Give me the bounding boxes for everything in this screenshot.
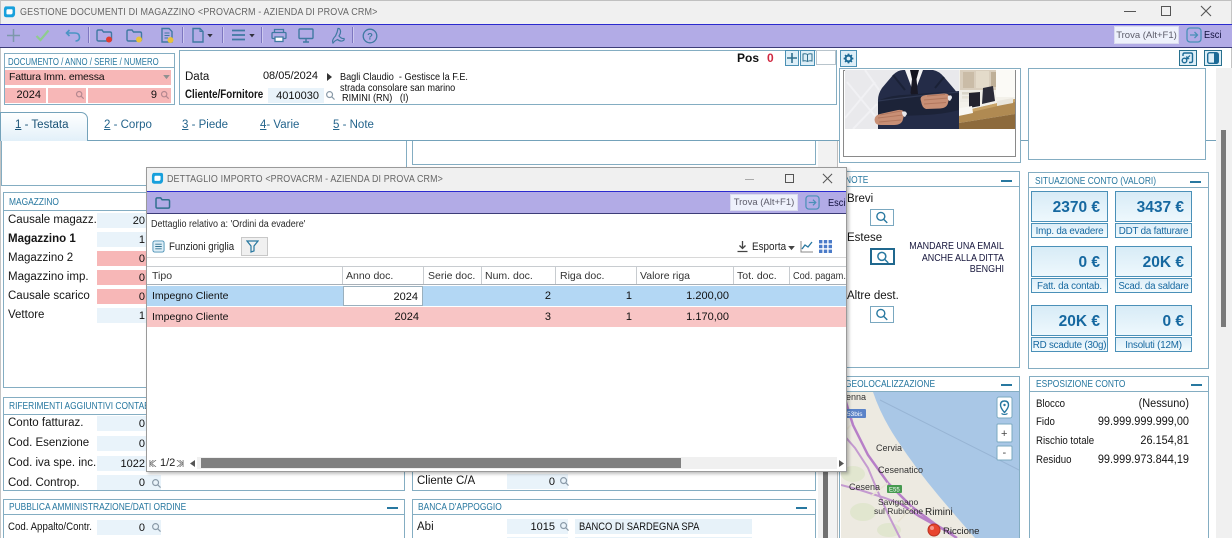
svg-text:+: +: [1001, 428, 1007, 440]
svg-text:Rimini: Rimini: [925, 507, 953, 518]
svg-text:sul Rubicone: sul Rubicone: [874, 506, 923, 516]
svg-text:Cervia: Cervia: [876, 443, 902, 453]
svg-text:?: ?: [367, 32, 373, 43]
svg-text:-: -: [1003, 447, 1007, 459]
svg-text:Cesena: Cesena: [849, 482, 880, 492]
svg-text:E55: E55: [889, 488, 900, 494]
svg-text:enna: enna: [846, 392, 866, 402]
svg-text:Riccione: Riccione: [943, 526, 979, 537]
svg-text:53bis: 53bis: [847, 411, 863, 418]
svg-text:Cesenatico: Cesenatico: [878, 465, 923, 475]
